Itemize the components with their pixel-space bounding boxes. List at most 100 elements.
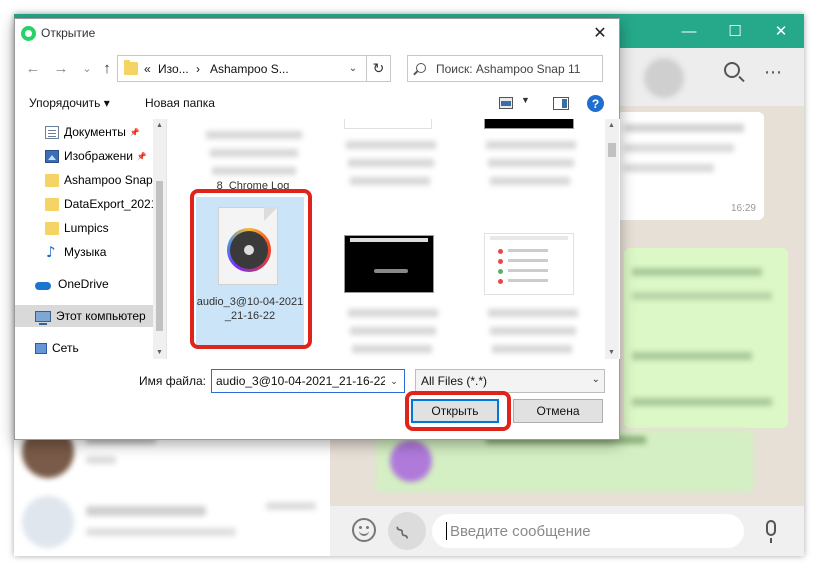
scroll-up-icon[interactable]: ▲ <box>605 119 618 132</box>
scroll-down-icon[interactable]: ▼ <box>153 346 166 359</box>
sidebar-item-label: Lumpics <box>64 221 109 235</box>
filename-input[interactable]: audio_3@10-04-2021_21-16-22 ⌄ <box>211 369 405 393</box>
chevron-down-icon[interactable]: ⌄ <box>385 371 403 391</box>
sidebar-item-label: Сеть <box>52 341 79 355</box>
chat-time <box>266 502 316 510</box>
breadcrumb-item[interactable]: Ashampoo S... <box>210 62 289 76</box>
pin-icon: 📌 <box>136 151 147 161</box>
text-caret <box>446 522 447 540</box>
filename-label: Имя файла: <box>139 374 206 388</box>
new-folder-button[interactable]: Новая папка <box>145 96 215 110</box>
search-icon-handle <box>738 75 745 83</box>
minimize-icon[interactable]: — <box>666 14 712 48</box>
message-bubble: 16:29 <box>616 112 764 220</box>
search-placeholder: Поиск: Ashampoo Snap 11 <box>436 62 581 76</box>
microphone-icon[interactable] <box>766 520 776 536</box>
whatsapp-icon <box>21 26 36 41</box>
dialog-title: Открытие <box>41 26 96 40</box>
file-type-value: All Files (*.*) <box>421 374 488 388</box>
navigation-bar: ← → ⌄ ↑ « Изо... › Ashampoo S... ⌄ ↻ Пои… <box>15 53 619 83</box>
open-file-dialog: Открытие ✕ ← → ⌄ ↑ « Изо... › Ashampoo S… <box>14 18 620 440</box>
scroll-down-icon[interactable]: ▼ <box>605 346 618 359</box>
emoji-icon[interactable] <box>352 518 376 542</box>
sidebar-item-label: OneDrive <box>58 277 109 291</box>
up-arrow-icon[interactable]: ↑ <box>95 56 119 80</box>
last-message <box>86 456 116 464</box>
dialog-titlebar: Открытие ✕ <box>15 19 619 47</box>
menu-icon[interactable]: ⋯ <box>764 62 783 83</box>
sidebar-item-onedrive[interactable]: OneDrive <box>15 273 153 295</box>
sidebar-item-label: Документы <box>64 125 126 139</box>
refresh-icon[interactable]: ↻ <box>366 56 390 81</box>
message-input[interactable]: Введите сообщение <box>432 514 744 548</box>
sidebar-item-this-pc[interactable]: Этот компьютер <box>15 305 153 327</box>
folder-icon <box>45 197 59 211</box>
breadcrumb-separator: › <box>196 62 200 76</box>
close-button[interactable]: ✕ <box>585 21 615 45</box>
chat-list-item[interactable] <box>14 490 330 554</box>
folder-icon <box>45 221 59 235</box>
sidebar-item-lumpics[interactable]: Lumpics <box>15 217 153 239</box>
folder-icon <box>124 60 138 75</box>
contact-name <box>86 506 206 516</box>
scroll-up-icon[interactable]: ▲ <box>153 119 166 132</box>
sidebar-item-music[interactable]: Музыка <box>15 241 153 263</box>
file-list: 8_Chrome Log audio_3@10-04-2021_21-16-22 <box>168 119 620 359</box>
sidebar-item-label: Музыка <box>64 245 107 259</box>
sidebar-item-label: Ashampoo Snap <box>64 173 153 187</box>
header-avatar <box>644 58 684 98</box>
address-bar[interactable]: « Изо... › Ashampoo S... ⌄ ↻ <box>117 55 391 82</box>
music-icon <box>45 243 59 261</box>
address-dropdown[interactable]: ⌄ <box>342 57 364 80</box>
microphone-stand <box>770 538 772 543</box>
filename-value: audio_3@10-04-2021_21-16-22 <box>216 374 387 388</box>
breadcrumb-overflow[interactable]: « <box>144 62 151 76</box>
help-icon[interactable]: ? <box>587 95 604 112</box>
search-input[interactable]: Поиск: Ashampoo Snap 11 <box>407 55 603 82</box>
attach-button[interactable]: ⌇ <box>388 512 426 550</box>
network-icon <box>35 342 47 354</box>
scrollbar-thumb[interactable] <box>156 181 163 331</box>
maximize-icon[interactable]: ☐ <box>712 14 758 48</box>
close-icon[interactable]: ✕ <box>758 14 804 48</box>
avatar <box>22 496 74 548</box>
view-mode-icon[interactable] <box>499 97 513 109</box>
highlight-annotation <box>405 391 511 431</box>
sidebar-item-ashampoo-snap[interactable]: Ashampoo Snap <box>15 169 153 191</box>
message-bubble <box>624 248 788 428</box>
breadcrumb-item[interactable]: Изо... <box>158 62 189 76</box>
onedrive-icon <box>35 278 53 291</box>
sidebar-item-network[interactable]: Сеть <box>15 337 153 359</box>
back-arrow-icon[interactable]: ← <box>21 56 45 80</box>
computer-icon <box>35 310 51 325</box>
organize-menu[interactable]: Упорядочить ▾ <box>29 96 110 110</box>
pictures-icon <box>45 149 59 163</box>
highlight-annotation <box>190 189 312 349</box>
last-message <box>86 528 236 536</box>
search-icon[interactable] <box>724 62 740 78</box>
chevron-down-icon: ⌄ <box>591 374 600 385</box>
message-input-bar: ⌇ Введите сообщение <box>330 506 804 556</box>
preview-pane-icon[interactable] <box>553 97 569 110</box>
document-icon <box>45 125 59 139</box>
message-time: 16:29 <box>730 203 756 214</box>
sidebar-item-documents[interactable]: Документы 📌 <box>15 121 153 143</box>
sidebar-item-pictures[interactable]: Изображени 📌 <box>15 145 153 167</box>
scrollbar-thumb[interactable] <box>608 143 616 157</box>
sidebar-item-label: Изображени <box>64 149 133 163</box>
search-icon <box>416 63 426 73</box>
navigation-pane: Документы 📌 Изображени 📌 Ashampoo Snap D… <box>15 119 167 359</box>
pin-icon: 📌 <box>129 127 140 137</box>
paperclip-icon: ⌇ <box>392 522 415 546</box>
file-list-scrollbar[interactable]: ▲ ▼ <box>605 119 619 359</box>
forward-arrow-icon[interactable]: → <box>49 56 73 80</box>
message-placeholder: Введите сообщение <box>450 522 591 540</box>
sidebar-item-label: DataExport_2021 <box>64 197 153 211</box>
file-type-select[interactable]: All Files (*.*) ⌄ <box>415 369 605 393</box>
dialog-toolbar: Упорядочить ▾ Новая папка ▼ ? <box>15 91 619 117</box>
cancel-button[interactable]: Отмена <box>513 399 603 423</box>
sidebar-item-dataexport[interactable]: DataExport_2021 <box>15 193 153 215</box>
folder-icon <box>45 173 59 187</box>
view-mode-dropdown[interactable]: ▼ <box>521 95 530 105</box>
sidebar-scrollbar[interactable]: ▲ ▼ <box>153 119 166 359</box>
